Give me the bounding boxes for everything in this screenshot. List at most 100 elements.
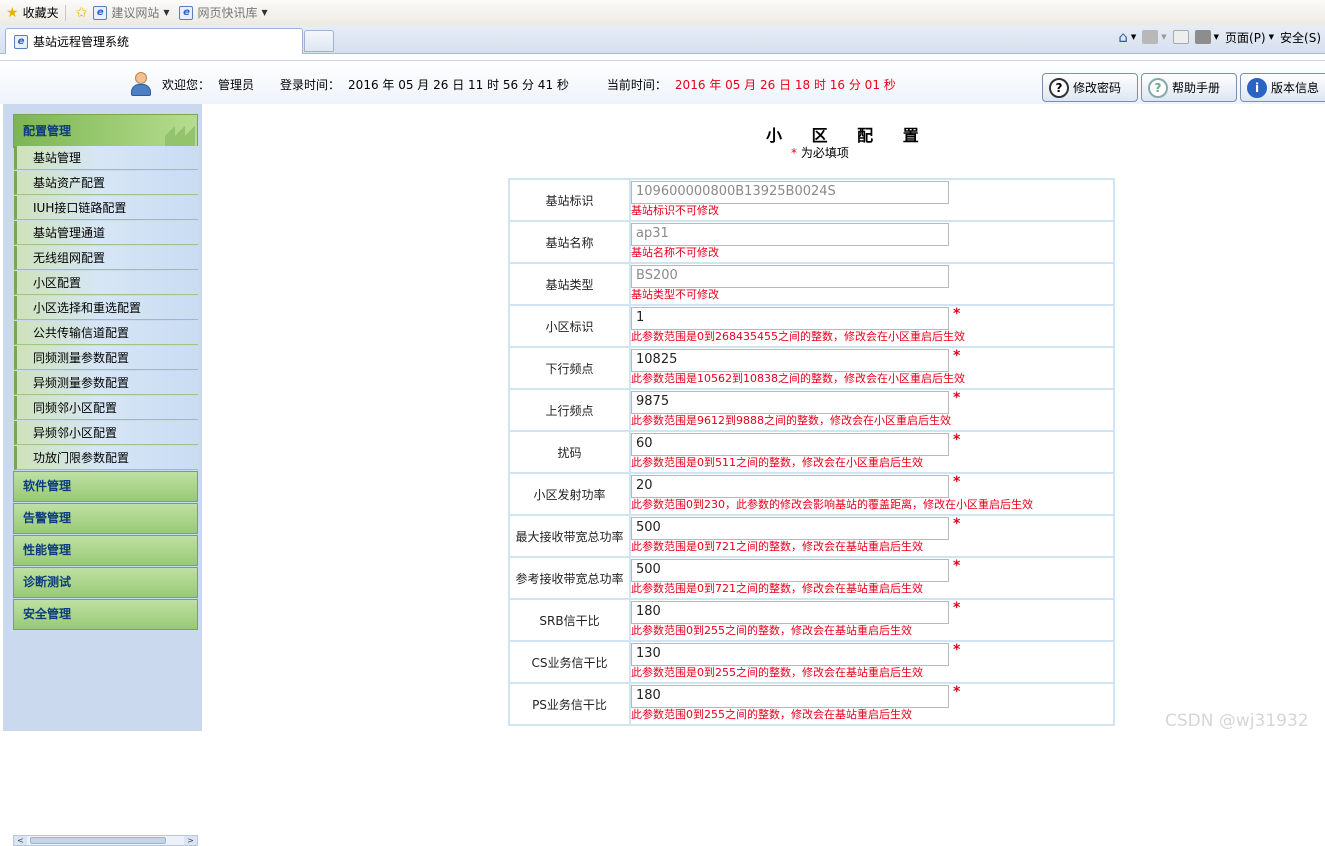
page-icon: e bbox=[93, 5, 108, 20]
field-cell: 1 * 此参数范围是0到268435455之间的整数，修改会在小区重启后生效 bbox=[629, 304, 1115, 348]
required-star: * bbox=[953, 390, 961, 406]
print-button[interactable]: ▼ bbox=[1194, 30, 1219, 44]
sidebar-item[interactable]: 无线组网配置 bbox=[14, 246, 198, 270]
field-input[interactable]: 60 bbox=[631, 433, 949, 456]
sidebar-item[interactable]: 公共传输信道配置 bbox=[14, 321, 198, 345]
sidebar-item[interactable]: 小区选择和重选配置 bbox=[14, 296, 198, 320]
web-slices-link[interactable]: e 网页快讯库 ▼ bbox=[179, 4, 268, 21]
sidebar-group[interactable]: 软件管理 bbox=[13, 471, 198, 502]
home-button[interactable]: ⌂ ▼ bbox=[1118, 28, 1136, 46]
field-label: SRB信干比 bbox=[508, 598, 631, 642]
field-input[interactable]: 9875 bbox=[631, 391, 949, 414]
required-star: * bbox=[953, 516, 961, 532]
field-label: 小区标识 bbox=[508, 304, 631, 348]
sidebar-item[interactable]: 同频测量参数配置 bbox=[14, 346, 198, 370]
sidebar-group[interactable]: 诊断测试 bbox=[13, 567, 198, 598]
field-cell: 500 * 此参数范围是0到721之间的整数，修改会在基站重启后生效 bbox=[629, 556, 1115, 600]
add-favorite-icon[interactable]: ✩ bbox=[76, 5, 88, 21]
version-info-button[interactable]: i 版本信息 bbox=[1240, 73, 1325, 102]
field-input[interactable]: 500 bbox=[631, 517, 949, 540]
command-bar: ⌂ ▼ ▼ ▼ 页面(P) ▼ 安全(S) bbox=[1118, 28, 1325, 46]
current-time: 2016 年 05 月 26 日 18 时 16 分 01 秒 bbox=[674, 77, 896, 92]
safety-menu[interactable]: 安全(S) bbox=[1280, 29, 1321, 46]
field-hint: 基站类型不可修改 bbox=[631, 288, 719, 301]
form-row: 下行频点 10825 * 此参数范围是10562到10838之间的整数，修改会在小区重… bbox=[508, 346, 1115, 390]
feeds-button[interactable]: ▼ bbox=[1142, 30, 1167, 44]
watermark: CSDN @wj31932 bbox=[1165, 711, 1309, 731]
field-input[interactable]: BS200 bbox=[631, 265, 949, 288]
field-input[interactable]: ap31 bbox=[631, 223, 949, 246]
form-row: 最大接收带宽总功率 500 * 此参数范围是0到721之间的整数，修改会在基站重启后生… bbox=[508, 514, 1115, 558]
sidebar-item[interactable]: 基站管理 bbox=[14, 146, 198, 170]
form-row: 上行频点 9875 * 此参数范围是9612到9888之间的整数，修改会在小区重启后生… bbox=[508, 388, 1115, 432]
scroll-left-icon[interactable]: < bbox=[14, 836, 27, 845]
required-note: * 为必填项 bbox=[791, 146, 849, 160]
form-row: 小区发射功率 20 * 此参数范围0到230，此参数的修改会影响基站的覆盖距离，修改在… bbox=[508, 472, 1115, 516]
page-icon: e bbox=[179, 5, 194, 20]
ie-icon: e bbox=[14, 34, 28, 49]
field-hint: 此参数范围0到255之间的整数，修改会在基站重启后生效 bbox=[631, 624, 912, 637]
home-icon: ⌂ bbox=[1118, 28, 1128, 46]
sidebar-item[interactable]: 功放门限参数配置 bbox=[14, 446, 198, 470]
field-input[interactable]: 180 bbox=[631, 601, 949, 624]
field-hint: 此参数范围是0到511之间的整数，修改会在小区重启后生效 bbox=[631, 456, 923, 469]
welcome-strip: 欢迎您： 管理员 登录时间： 2016 年 05 月 26 日 11 时 56 … bbox=[128, 71, 896, 97]
field-input[interactable]: 500 bbox=[631, 559, 949, 582]
required-star: * bbox=[953, 348, 961, 364]
help-manual-button[interactable]: ? 帮助手册 bbox=[1141, 73, 1237, 102]
form-row: SRB信干比 180 * 此参数范围0到255之间的整数，修改会在基站重启后生效 bbox=[508, 598, 1115, 642]
field-hint: 此参数范围是0到721之间的整数，修改会在基站重启后生效 bbox=[631, 540, 923, 553]
field-label: 小区发射功率 bbox=[508, 472, 631, 516]
required-star: * bbox=[953, 684, 961, 700]
field-label: 下行频点 bbox=[508, 346, 631, 390]
field-label: 参考接收带宽总功率 bbox=[508, 556, 631, 600]
sidebar-item[interactable]: 基站资产配置 bbox=[14, 171, 198, 195]
sidebar-group-config[interactable]: 配置管理 bbox=[13, 114, 198, 148]
field-cell: ap31 基站名称不可修改 bbox=[629, 220, 1115, 264]
chevron-down-icon: ▼ bbox=[1130, 33, 1137, 41]
field-input[interactable]: 1 bbox=[631, 307, 949, 330]
field-cell: 20 * 此参数范围0到230，此参数的修改会影响基站的覆盖距离，修改在小区重启后生… bbox=[629, 472, 1115, 516]
page-menu[interactable]: 页面(P) ▼ bbox=[1225, 29, 1274, 46]
required-star: * bbox=[953, 558, 961, 574]
favorites-bar: ★ 收藏夹 ✩ e 建议网站 ▼ e 网页快讯库 ▼ bbox=[0, 0, 1325, 25]
change-password-button[interactable]: ? 修改密码 bbox=[1042, 73, 1138, 102]
sidebar-item[interactable]: 异频邻小区配置 bbox=[14, 421, 198, 445]
sidebar-item[interactable]: 小区配置 bbox=[14, 271, 198, 295]
sidebar-group[interactable]: 性能管理 bbox=[13, 535, 198, 566]
divider bbox=[64, 4, 66, 21]
login-time: 2016 年 05 月 26 日 11 时 56 分 41 秒 bbox=[348, 77, 569, 92]
field-input[interactable]: 130 bbox=[631, 643, 949, 666]
user-icon bbox=[128, 71, 154, 97]
field-input[interactable]: 20 bbox=[631, 475, 949, 498]
field-hint: 此参数范围是0到721之间的整数，修改会在基站重启后生效 bbox=[631, 582, 923, 595]
required-star: * bbox=[953, 306, 961, 322]
suggested-sites-link[interactable]: e 建议网站 ▼ bbox=[93, 4, 169, 21]
scroll-right-icon[interactable]: > bbox=[184, 836, 197, 845]
form-row: 小区标识 1 * 此参数范围是0到268435455之间的整数，修改会在小区重启后生效 bbox=[508, 304, 1115, 348]
sidebar-item[interactable]: IUH接口链路配置 bbox=[14, 196, 198, 220]
horizontal-scrollbar[interactable]: < > bbox=[13, 835, 198, 846]
mail-button[interactable] bbox=[1172, 30, 1189, 44]
field-input[interactable]: 10825 bbox=[631, 349, 949, 372]
required-star: * bbox=[953, 432, 961, 448]
sidebar-item[interactable]: 同频邻小区配置 bbox=[14, 396, 198, 420]
sidebar-item[interactable]: 异频测量参数配置 bbox=[14, 371, 198, 395]
sidebar-item[interactable]: 基站管理通道 bbox=[14, 221, 198, 245]
favorites-button[interactable]: ★ 收藏夹 bbox=[6, 4, 59, 21]
field-label: 扰码 bbox=[508, 430, 631, 474]
field-label: 上行频点 bbox=[508, 388, 631, 432]
chevron-right-icon bbox=[165, 115, 195, 147]
scroll-thumb[interactable] bbox=[30, 837, 166, 844]
chevron-down-icon: ▼ bbox=[163, 8, 170, 17]
new-tab-button[interactable] bbox=[304, 30, 334, 52]
sidebar-group[interactable]: 安全管理 bbox=[13, 599, 198, 630]
username: 管理员 bbox=[218, 77, 255, 92]
required-star: * bbox=[953, 642, 961, 658]
browser-tab[interactable]: e 基站远程管理系统 bbox=[5, 28, 303, 54]
sidebar-group[interactable]: 告警管理 bbox=[13, 503, 198, 534]
field-input[interactable]: 109600000800B13925B0024S bbox=[631, 181, 949, 204]
field-input[interactable]: 180 bbox=[631, 685, 949, 708]
page-title: 小 区 配 置 bbox=[766, 126, 931, 145]
field-cell: 109600000800B13925B0024S 基站标识不可修改 bbox=[629, 178, 1115, 222]
